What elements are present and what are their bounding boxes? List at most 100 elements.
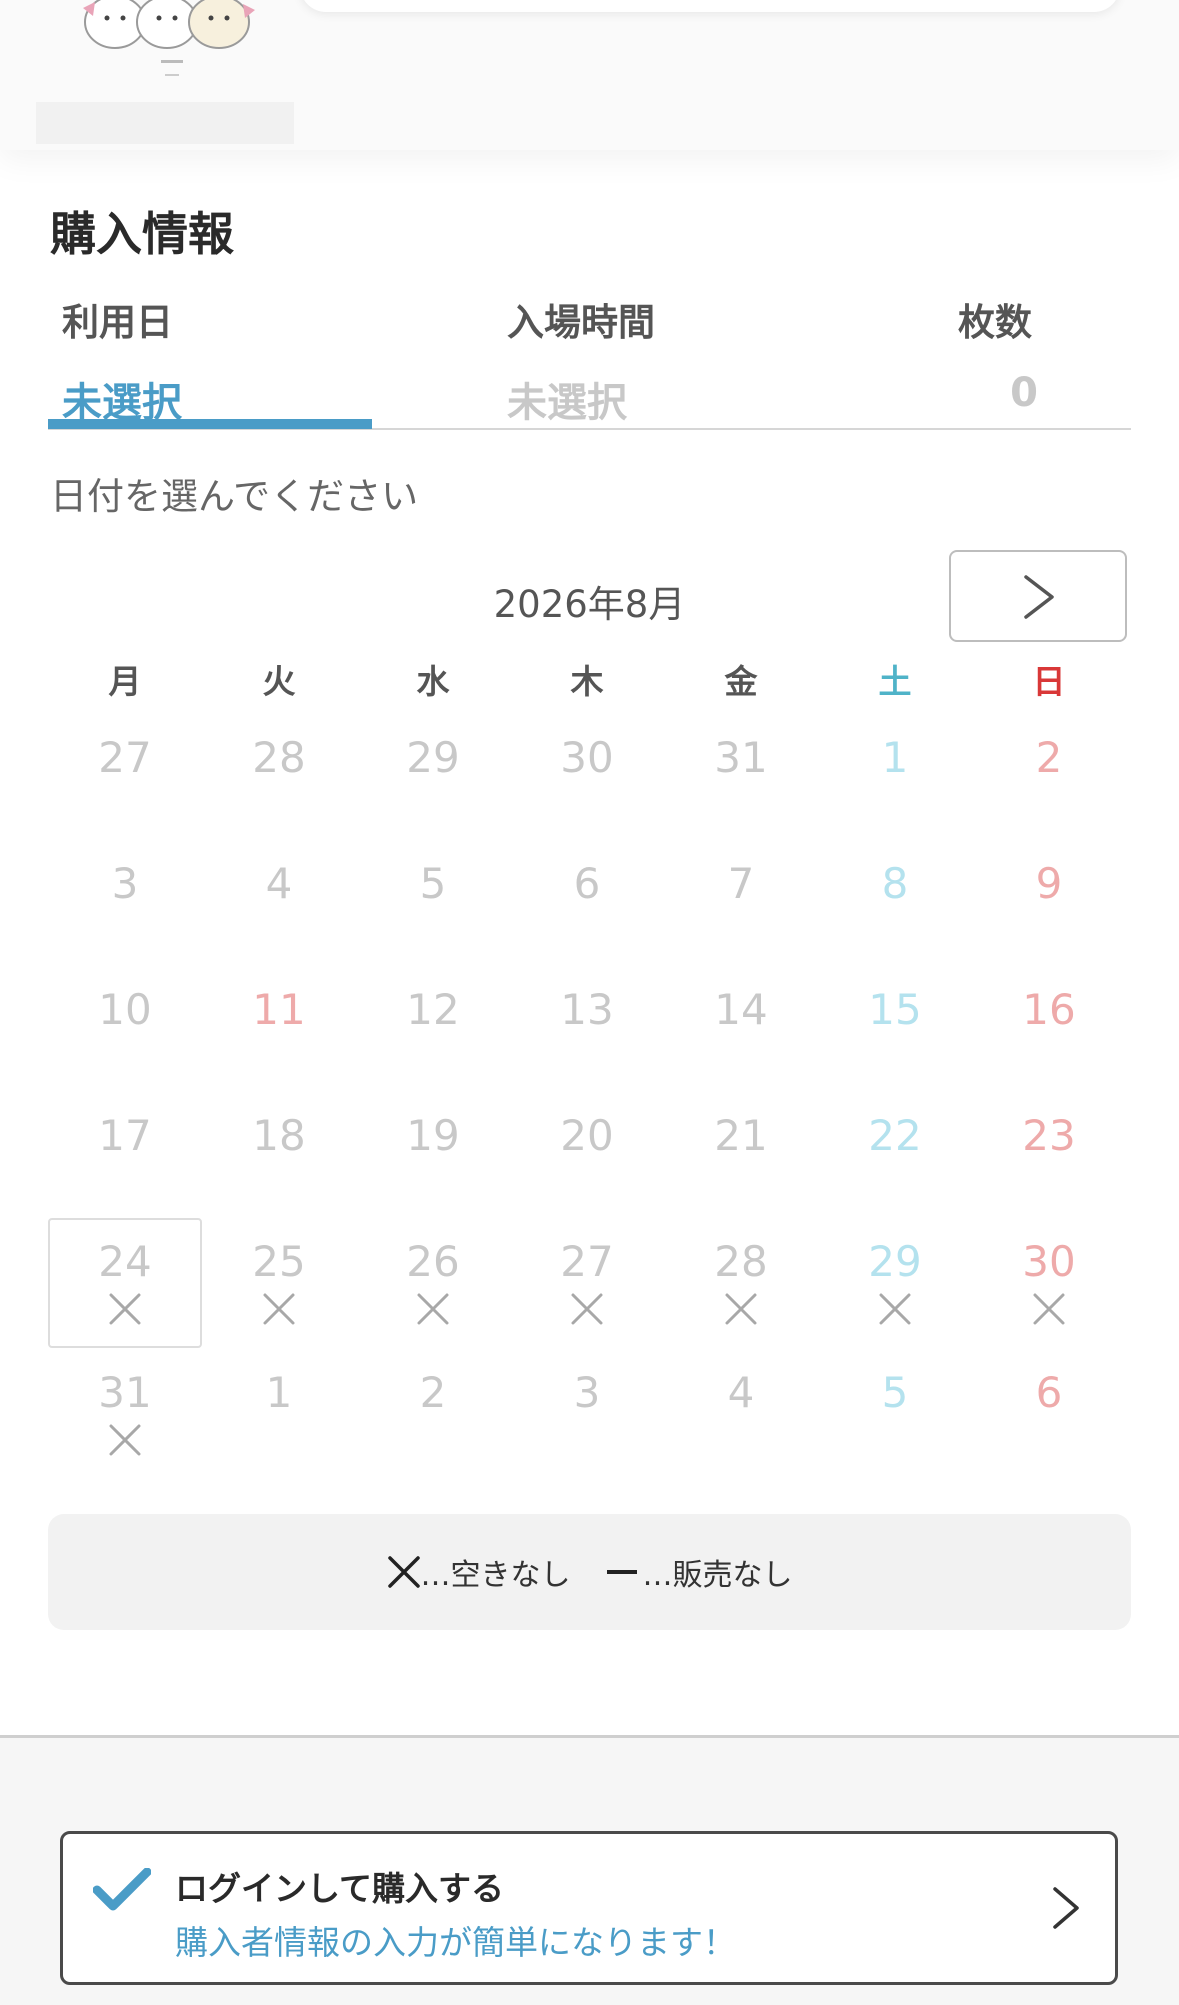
calendar-day[interactable]: 9	[972, 840, 1126, 970]
calendar-day[interactable]: 4	[664, 1349, 818, 1479]
calendar-day-number: 1	[881, 733, 909, 782]
calendar-day[interactable]: 27	[48, 714, 202, 844]
x-mark-icon	[263, 1293, 295, 1325]
calendar-day[interactable]: 17	[48, 1092, 202, 1222]
calendar-day[interactable]: 14	[664, 966, 818, 1096]
calendar-day-number: 29	[868, 1237, 922, 1286]
active-tab-indicator	[48, 419, 372, 429]
weekday-header: 日	[1032, 662, 1066, 701]
calendar-day[interactable]: 27	[510, 1218, 664, 1348]
x-mark-icon	[725, 1293, 757, 1325]
login-title: ログインして購入する	[175, 1869, 505, 1908]
calendar-day[interactable]: 26	[356, 1218, 510, 1348]
calendar-day[interactable]: 31	[48, 1349, 202, 1479]
legend-not-on-sale-label: …販売なし	[642, 1558, 793, 1593]
calendar-day-number: 1	[265, 1368, 293, 1417]
calendar-day[interactable]: 29	[356, 714, 510, 844]
tab-date[interactable]: 利用日 未選択	[62, 292, 182, 428]
tab-entry-time[interactable]: 入場時間 未選択	[507, 292, 655, 428]
calendar-day-number: 28	[714, 1237, 768, 1286]
calendar-day-number: 14	[714, 985, 768, 1034]
calendar-day-number: 5	[419, 859, 447, 908]
calendar-day[interactable]: 13	[510, 966, 664, 1096]
header-placeholder-strip	[36, 102, 294, 144]
login-to-purchase-button[interactable]: ログインして購入する 購入者情報の入力が簡単になります！	[60, 1831, 1118, 1985]
weekday-header: 金	[724, 662, 758, 701]
calendar-day[interactable]: 19	[356, 1092, 510, 1222]
calendar-day-number: 15	[868, 985, 922, 1034]
calendar-day-number: 7	[727, 859, 755, 908]
tab-date-label: 利用日	[62, 301, 173, 344]
calendar-day[interactable]: 23	[972, 1092, 1126, 1222]
calendar-day-number: 12	[406, 985, 460, 1034]
calendar-day-number: 23	[1022, 1111, 1076, 1160]
calendar-day-number: 27	[98, 733, 152, 782]
calendar-day-number: 21	[714, 1111, 768, 1160]
calendar-day[interactable]: 16	[972, 966, 1126, 1096]
calendar-day[interactable]: 5	[356, 840, 510, 970]
weekday-header: 土	[878, 662, 912, 701]
tab-quantity[interactable]: 枚数 0	[952, 292, 1038, 416]
calendar-day-number: 4	[265, 859, 293, 908]
calendar-day-number: 22	[868, 1111, 922, 1160]
calendar-day[interactable]: 22	[818, 1092, 972, 1222]
calendar-day[interactable]: 24	[48, 1218, 202, 1348]
calendar-day[interactable]: 10	[48, 966, 202, 1096]
calendar-day[interactable]: 15	[818, 966, 972, 1096]
calendar-day[interactable]: 2	[356, 1349, 510, 1479]
calendar-day-number: 20	[560, 1111, 614, 1160]
calendar-day[interactable]: 28	[664, 1218, 818, 1348]
x-mark-icon	[109, 1293, 141, 1325]
calendar-day[interactable]: 20	[510, 1092, 664, 1222]
calendar-day[interactable]: 25	[202, 1218, 356, 1348]
x-mark-icon	[109, 1424, 141, 1456]
section-title: 購入情報	[50, 207, 234, 261]
calendar-day-number: 29	[406, 733, 460, 782]
calendar-day[interactable]: 1	[202, 1349, 356, 1479]
calendar-day-number: 19	[406, 1111, 460, 1160]
calendar-day-number: 30	[560, 733, 614, 782]
calendar-day-number: 18	[252, 1111, 306, 1160]
calendar-day-number: 30	[1022, 1237, 1076, 1286]
calendar-day-number: 6	[573, 859, 601, 908]
calendar-day[interactable]: 3	[510, 1349, 664, 1479]
header-search-pill[interactable]	[300, 0, 1120, 12]
weekday-header: 月	[108, 662, 142, 701]
calendar-day[interactable]: 18	[202, 1092, 356, 1222]
next-month-button[interactable]	[949, 550, 1127, 642]
calendar-day[interactable]: 21	[664, 1092, 818, 1222]
calendar-day[interactable]: 12	[356, 966, 510, 1096]
calendar-day-number: 28	[252, 733, 306, 782]
calendar-day-number: 13	[560, 985, 614, 1034]
calendar-day[interactable]: 1	[818, 714, 972, 844]
calendar-day-number: 3	[111, 859, 139, 908]
calendar-day-number: 10	[98, 985, 152, 1034]
calendar-day[interactable]: 6	[972, 1349, 1126, 1479]
calendar-day[interactable]: 8	[818, 840, 972, 970]
tab-entry-time-label: 入場時間	[507, 301, 655, 344]
x-mark-icon	[879, 1293, 911, 1325]
availability-legend: …空きなし …販売なし	[48, 1514, 1131, 1630]
calendar-day-number: 3	[573, 1368, 601, 1417]
calendar-day-number: 27	[560, 1237, 614, 1286]
calendar-day[interactable]: 5	[818, 1349, 972, 1479]
calendar-day-number: 31	[714, 733, 768, 782]
legend-sold-out: …空きなし	[387, 1550, 571, 1594]
calendar-day[interactable]: 3	[48, 840, 202, 970]
calendar-day[interactable]: 31	[664, 714, 818, 844]
tab-quantity-value: 0	[1010, 370, 1038, 416]
calendar-day[interactable]: 30	[972, 1218, 1126, 1348]
chevron-right-icon	[1024, 575, 1054, 619]
calendar-day[interactable]: 4	[202, 840, 356, 970]
calendar-day[interactable]: 28	[202, 714, 356, 844]
calendar-day[interactable]: 7	[664, 840, 818, 970]
calendar-day[interactable]: 6	[510, 840, 664, 970]
calendar-day-number: 5	[881, 1368, 909, 1417]
calendar-day[interactable]: 29	[818, 1218, 972, 1348]
calendar-day[interactable]: 11	[202, 966, 356, 1096]
calendar-day[interactable]: 2	[972, 714, 1126, 844]
calendar-day-number: 4	[727, 1368, 755, 1417]
calendar-day[interactable]: 30	[510, 714, 664, 844]
legend-sold-out-label: …空きなし	[420, 1558, 571, 1593]
calendar-day-number: 2	[419, 1368, 447, 1417]
